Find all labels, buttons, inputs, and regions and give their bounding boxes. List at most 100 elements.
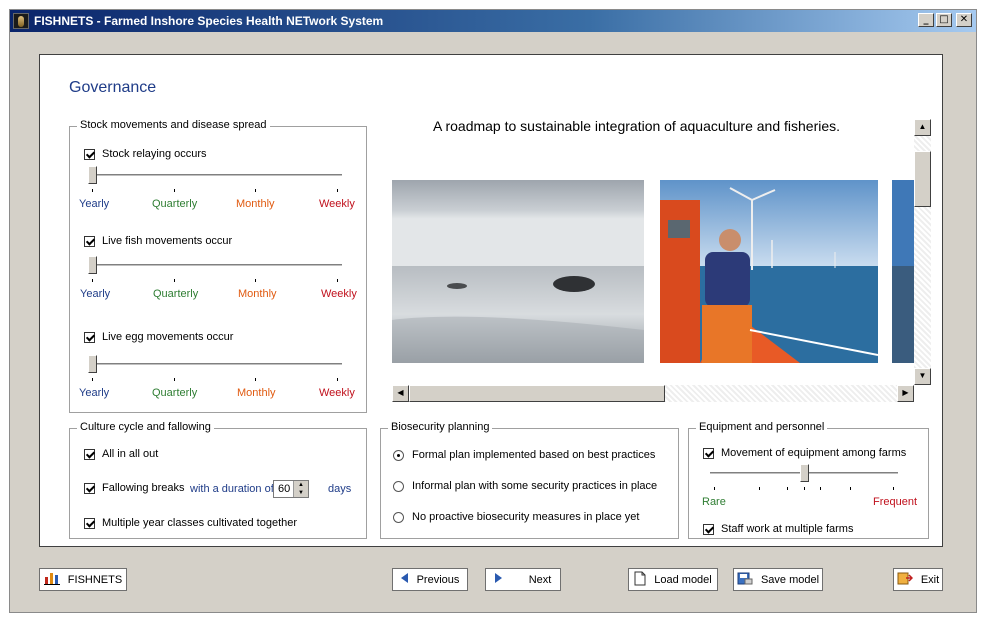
- stock-relaying-label: Stock relaying occurs: [102, 148, 207, 160]
- slider-thumb[interactable]: [88, 166, 97, 184]
- scale-weekly: Weekly: [319, 387, 355, 399]
- biosecurity-option-informal[interactable]: Informal plan with some security practic…: [393, 480, 657, 492]
- content-panel: Governance Stock movements and disease s…: [39, 54, 943, 547]
- scroll-down-arrow-icon[interactable]: ▼: [914, 368, 931, 385]
- stepper-arrows[interactable]: ▲ ▼: [293, 481, 308, 497]
- duration-value[interactable]: 60: [278, 483, 290, 495]
- equipment-personnel-group: Equipment and personnel Movement of equi…: [688, 421, 929, 539]
- document-icon: [634, 571, 646, 589]
- fallowing-breaks-checkbox[interactable]: Fallowing breaks: [84, 482, 185, 494]
- checkbox-box[interactable]: [84, 148, 95, 160]
- checkbox-box[interactable]: [84, 448, 95, 460]
- title-bar[interactable]: FISHNETS - Farmed Inshore Species Health…: [10, 10, 976, 32]
- biosecurity-option-formal[interactable]: Formal plan implemented based on best pr…: [393, 449, 655, 461]
- radio-button[interactable]: [393, 511, 404, 523]
- equipment-personnel-legend: Equipment and personnel: [696, 421, 828, 433]
- stock-relaying-checkbox[interactable]: Stock relaying occurs: [84, 148, 207, 160]
- horizontal-scroll-thumb[interactable]: [409, 385, 665, 402]
- slider-tick: [337, 279, 338, 282]
- equipment-movement-label: Movement of equipment among farms: [721, 447, 907, 459]
- previous-button-label: Previous: [416, 573, 460, 586]
- slider-tick: [174, 189, 175, 192]
- slider-tick: [787, 487, 788, 490]
- checkbox-box[interactable]: [84, 235, 95, 247]
- scale-weekly: Weekly: [319, 198, 355, 210]
- previous-button[interactable]: Previous: [392, 568, 468, 591]
- photo-gallery[interactable]: [392, 180, 914, 363]
- multiple-year-classes-checkbox[interactable]: Multiple year classes cultivated togethe…: [84, 517, 297, 529]
- gallery-horizontal-scrollbar[interactable]: ◀ ▶: [392, 385, 914, 402]
- fishnets-app-icon: [13, 13, 29, 29]
- live-egg-label: Live egg movements occur: [102, 331, 234, 343]
- checkbox-box[interactable]: [84, 482, 95, 494]
- bar-chart-icon: [43, 571, 60, 588]
- fishnets-button[interactable]: FISHNETS: [39, 568, 127, 591]
- equipment-movement-slider[interactable]: [710, 464, 898, 490]
- biosecurity-option-none[interactable]: No proactive biosecurity measures in pla…: [393, 511, 639, 523]
- fisherman-windfarm-photo: [660, 180, 878, 363]
- third-photo-edge: [892, 180, 914, 363]
- equipment-movement-checkbox[interactable]: Movement of equipment among farms: [703, 447, 906, 459]
- live-egg-slider[interactable]: [88, 355, 342, 381]
- all-in-all-out-checkbox[interactable]: All in all out: [84, 448, 158, 460]
- slider-thumb[interactable]: [88, 256, 97, 274]
- vertical-scroll-thumb[interactable]: [914, 151, 931, 207]
- scale-quarterly: Quarterly: [152, 198, 198, 210]
- live-egg-checkbox[interactable]: Live egg movements occur: [84, 331, 233, 343]
- gallery-vertical-scrollbar[interactable]: ▲ ▼: [914, 119, 931, 385]
- scroll-left-arrow-icon[interactable]: ◀: [392, 385, 409, 402]
- window-title: FISHNETS - Farmed Inshore Species Health…: [34, 14, 384, 28]
- rare-label: Rare: [702, 496, 726, 508]
- checkbox-box[interactable]: [84, 517, 95, 529]
- next-button[interactable]: Next: [485, 568, 561, 591]
- maximize-button[interactable]: □: [936, 13, 952, 27]
- exit-button[interactable]: Exit: [893, 568, 943, 591]
- slider-tick: [174, 378, 175, 381]
- checkbox-box[interactable]: [84, 331, 95, 343]
- stock-movements-legend: Stock movements and disease spread: [77, 119, 270, 131]
- minimize-button[interactable]: _: [918, 13, 934, 27]
- live-fish-scale: Yearly Quarterly Monthly Weekly: [70, 288, 368, 302]
- live-fish-slider[interactable]: [88, 256, 342, 282]
- slider-thumb[interactable]: [88, 355, 97, 373]
- scale-yearly: Yearly: [79, 198, 110, 210]
- checkbox-box[interactable]: [703, 523, 714, 535]
- scale-monthly: Monthly: [238, 288, 277, 300]
- slider-tick: [820, 487, 821, 490]
- slider-thumb[interactable]: [800, 464, 809, 482]
- fallowing-duration-stepper[interactable]: 60 ▲ ▼: [273, 480, 309, 498]
- scroll-up-arrow-icon[interactable]: ▲: [914, 119, 931, 136]
- save-floppy-icon: [737, 571, 753, 588]
- slider-tick: [92, 279, 93, 282]
- roadmap-title: A roadmap to sustainable integration of …: [433, 118, 841, 134]
- stock-relaying-slider[interactable]: [88, 166, 342, 192]
- checkbox-box[interactable]: [703, 447, 714, 459]
- scale-monthly: Monthly: [236, 198, 275, 210]
- duration-unit-label: days: [328, 483, 352, 495]
- slider-tick: [92, 378, 93, 381]
- radio-button[interactable]: [393, 480, 404, 492]
- save-model-button[interactable]: Save model: [733, 568, 823, 591]
- close-button[interactable]: ✕: [956, 13, 972, 27]
- stepper-up-icon[interactable]: ▲: [294, 481, 308, 489]
- biosecurity-option-label: Informal plan with some security practic…: [412, 480, 658, 492]
- exit-button-label: Exit: [920, 573, 940, 586]
- slider-track: [88, 264, 342, 267]
- radio-button[interactable]: [393, 449, 404, 461]
- scale-quarterly: Quarterly: [153, 288, 199, 300]
- load-model-button[interactable]: Load model: [628, 568, 718, 591]
- multiple-year-classes-label: Multiple year classes cultivated togethe…: [102, 517, 298, 529]
- biosecurity-option-label: Formal plan implemented based on best pr…: [412, 449, 656, 461]
- scale-yearly: Yearly: [80, 288, 111, 300]
- left-arrow-icon: [400, 573, 409, 586]
- load-model-button-label: Load model: [654, 573, 712, 586]
- scroll-right-arrow-icon[interactable]: ▶: [897, 385, 914, 402]
- stepper-down-icon[interactable]: ▼: [294, 489, 308, 497]
- slider-tick: [850, 487, 851, 490]
- scale-monthly: Monthly: [237, 387, 276, 399]
- slider-tick: [714, 487, 715, 490]
- staff-multiple-farms-checkbox[interactable]: Staff work at multiple farms: [703, 523, 853, 535]
- live-fish-checkbox[interactable]: Live fish movements occur: [84, 235, 232, 247]
- slider-tick: [92, 189, 93, 192]
- exit-door-icon: [897, 571, 913, 588]
